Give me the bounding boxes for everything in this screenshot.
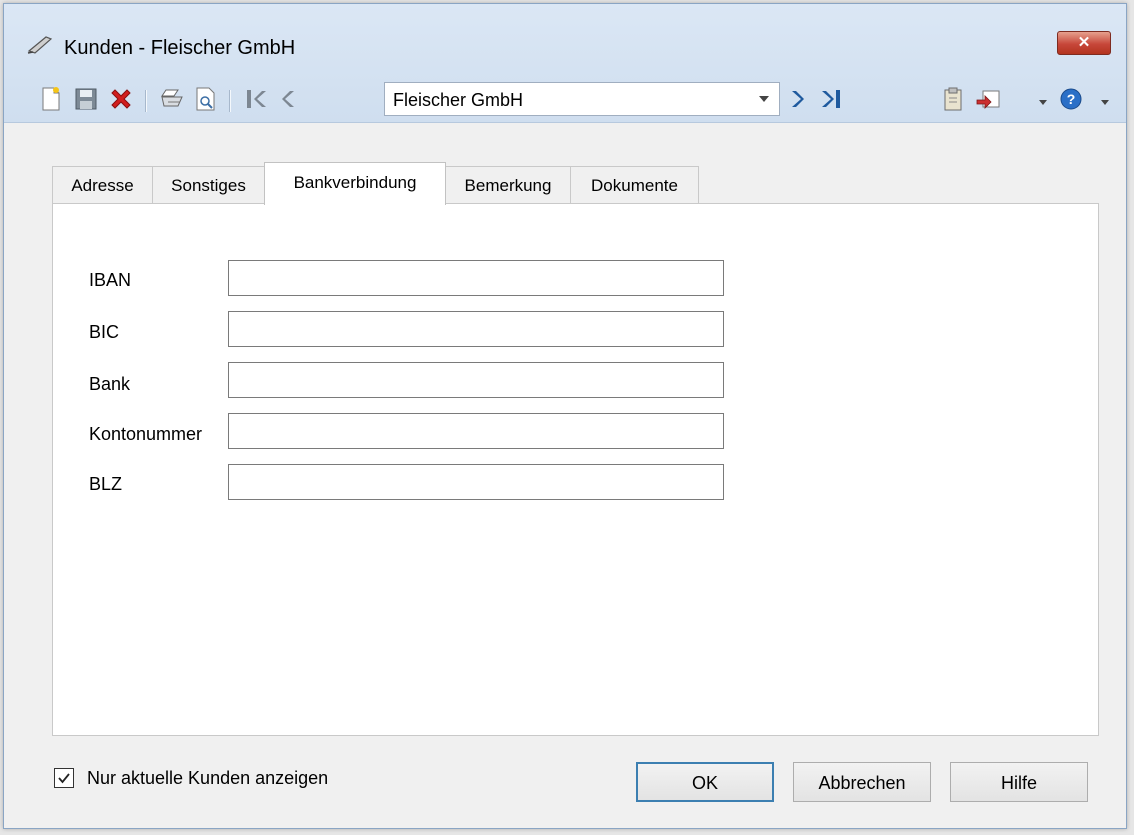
toolbar-separator: [229, 90, 231, 112]
svg-text:?: ?: [1067, 91, 1076, 107]
cancel-button[interactable]: Abbrechen: [793, 762, 931, 802]
previous-record-icon[interactable]: [274, 84, 304, 114]
kontonummer-field[interactable]: [228, 413, 724, 449]
iban-field[interactable]: [228, 260, 724, 296]
save-icon[interactable]: [71, 84, 101, 114]
print-preview-icon[interactable]: [191, 84, 221, 114]
close-button[interactable]: ✕: [1057, 31, 1111, 55]
kontonummer-label: Kontonummer: [89, 424, 203, 444]
help-button[interactable]: Hilfe: [950, 762, 1088, 802]
import-icon[interactable]: [973, 84, 1003, 114]
new-document-icon[interactable]: [36, 84, 66, 114]
delete-icon[interactable]: [106, 84, 136, 114]
ok-button[interactable]: OK: [636, 762, 774, 802]
tab-adresse[interactable]: Adresse: [52, 166, 153, 204]
window-title: Kunden - Fleischer GmbH: [64, 37, 296, 59]
tab-bemerkung[interactable]: Bemerkung: [445, 166, 571, 204]
last-record-icon[interactable]: [816, 84, 846, 114]
next-record-icon[interactable]: [782, 84, 812, 114]
blz-field[interactable]: [228, 464, 724, 500]
current-customers-checkbox[interactable]: [54, 768, 74, 788]
print-icon[interactable]: [158, 84, 188, 114]
record-selector-value: Fleischer GmbH: [393, 90, 524, 110]
bank-details-panel: IBAN BIC Bank Kontonummer BLZ: [52, 203, 1099, 736]
blz-label: BLZ: [89, 474, 123, 494]
close-icon: ✕: [1077, 34, 1091, 51]
chevron-down-icon: [759, 96, 769, 102]
first-record-icon[interactable]: [242, 84, 272, 114]
current-customers-label[interactable]: Nur aktuelle Kunden anzeigen: [87, 768, 328, 789]
tab-dokumente[interactable]: Dokumente: [570, 166, 699, 204]
customer-dialog-window: Kunden - Fleischer GmbH ✕ Fleischer GmbH…: [3, 3, 1127, 829]
help-icon[interactable]: ?: [1056, 84, 1086, 114]
iban-label: IBAN: [89, 270, 132, 290]
app-quill-icon: [26, 33, 54, 60]
record-selector[interactable]: Fleischer GmbH: [384, 82, 780, 116]
bank-label: Bank: [89, 374, 131, 394]
toolbar-separator: [145, 90, 147, 112]
tab-sonstiges[interactable]: Sonstiges: [152, 166, 265, 204]
checkmark-icon: [58, 773, 70, 784]
bic-field[interactable]: [228, 311, 724, 347]
chevron-down-icon[interactable]: [1039, 100, 1047, 105]
chevron-down-icon[interactable]: [1101, 100, 1109, 105]
tab-bankverbindung[interactable]: Bankverbindung: [264, 162, 446, 205]
bank-field[interactable]: [228, 362, 724, 398]
bic-label: BIC: [89, 322, 120, 342]
clipboard-icon[interactable]: [938, 84, 968, 114]
